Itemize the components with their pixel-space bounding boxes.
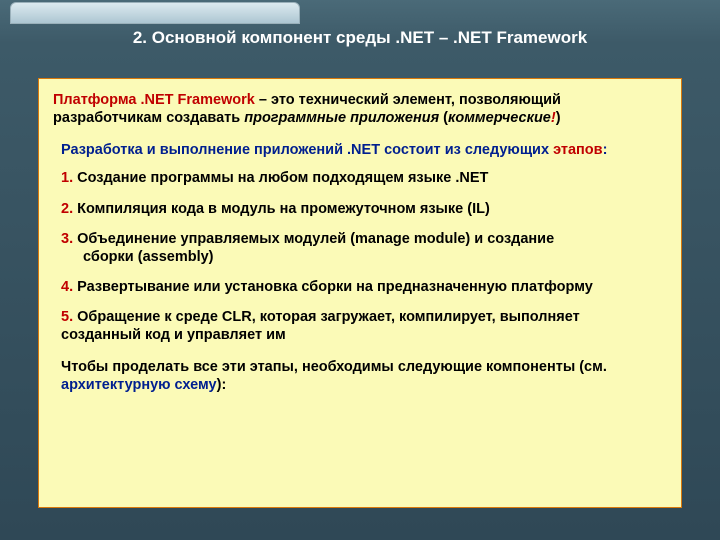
step-2: 2. Компиляция кода в модуль на промежуто… <box>61 200 667 218</box>
slide-title: 2. Основной компонент среды .NET – .NET … <box>0 28 720 48</box>
step-3-num: 3. <box>61 231 73 247</box>
step-4-text: Развертывание или установка сборки на пр… <box>73 279 593 295</box>
step-3: 3. Объединение управляемых модулей (mana… <box>61 230 667 266</box>
intro-lead: Платформа .NET Framework <box>53 92 255 108</box>
foot-b: ): <box>217 377 227 393</box>
step-1: 1. Создание программы на любом подходяще… <box>61 169 667 187</box>
intro-ital1: программные приложения <box>244 110 439 126</box>
step-1-num: 1. <box>61 170 73 186</box>
subhead-colon: : <box>603 142 608 158</box>
step-2-text: Компиляция кода в модуль на промежуточно… <box>73 201 490 217</box>
step-4-num: 4. <box>61 279 73 295</box>
step-5-num: 5. <box>61 309 73 325</box>
intro-paren-close: ) <box>556 110 561 126</box>
step-1-text: Создание программы на любом подходящем я… <box>73 170 488 186</box>
step-3-text-a: Объединение управляемых модулей (manage … <box>73 231 554 247</box>
footer-note: Чтобы проделать все эти этапы, необходим… <box>61 358 667 394</box>
step-2-num: 2. <box>61 201 73 217</box>
foot-link: архитектурную схему <box>61 377 217 393</box>
title-tab-decoration <box>10 2 300 24</box>
step-5-text-b: созданный код и управляет им <box>61 326 667 344</box>
intro-ital2: коммерческие <box>448 110 551 126</box>
step-5: 5. Обращение к среде CLR, которая загруж… <box>61 308 667 344</box>
foot-a: Чтобы проделать все эти этапы, необходим… <box>61 359 607 375</box>
intro-paren-open: ( <box>439 110 448 126</box>
stages-heading: Разработка и выполнение приложений .NET … <box>61 141 667 159</box>
step-4: 4. Развертывание или установка сборки на… <box>61 278 667 296</box>
subhead-main: Разработка и выполнение приложений .NET … <box>61 142 553 158</box>
step-3-text-b: сборки (assembly) <box>83 248 667 266</box>
subhead-accent: этапов <box>553 142 603 158</box>
content-panel: Платформа .NET Framework – это техническ… <box>38 78 682 508</box>
step-5-text-a: Обращение к среде CLR, которая загружает… <box>73 309 580 325</box>
intro-paragraph: Платформа .NET Framework – это техническ… <box>53 91 667 127</box>
